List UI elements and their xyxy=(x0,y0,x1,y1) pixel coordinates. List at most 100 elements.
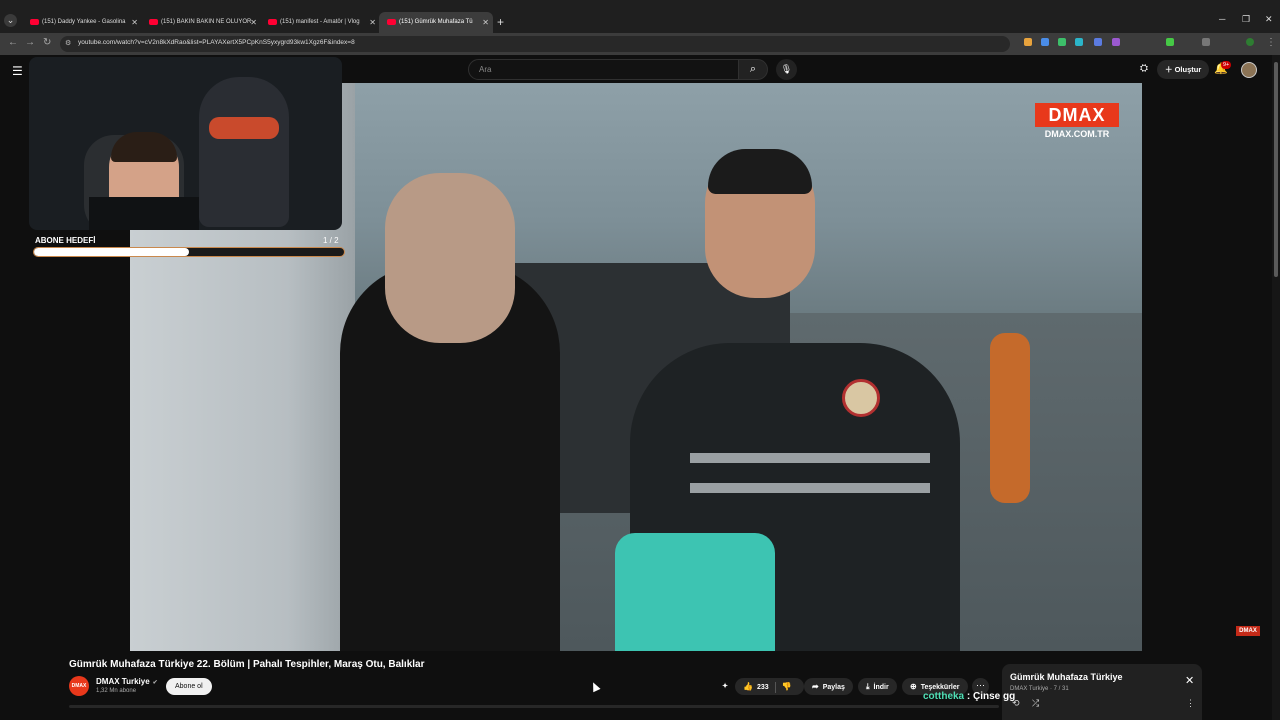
thanks-label: Teşekkürler xyxy=(920,684,960,691)
subscriber-goal-bar xyxy=(33,247,345,257)
tab-label: (151) manifest - Amatör | Vlog xyxy=(280,19,360,25)
ai-icon[interactable]: ✦ xyxy=(717,678,733,695)
mascot-figure xyxy=(199,77,289,227)
plus-icon: ＋ xyxy=(1165,65,1175,74)
cast-icon[interactable]: ⛭ xyxy=(1140,63,1148,74)
dislike-icon[interactable]: 👎 xyxy=(782,678,792,695)
extension-icon[interactable] xyxy=(1112,38,1120,46)
subscribe-button[interactable]: Abone ol xyxy=(166,678,212,695)
share-icon: ➦ xyxy=(812,682,819,691)
person-left-head xyxy=(385,173,515,343)
scrollbar-thumb[interactable] xyxy=(1274,62,1278,277)
browser-tab[interactable]: (151) manifest - Amatör | Vlog ✕ xyxy=(260,12,380,33)
restore-icon[interactable]: ❐ xyxy=(1242,14,1250,25)
minimize-icon[interactable]: ─ xyxy=(1219,14,1225,24)
subscriber-goal-label: ABONE HEDEFİ xyxy=(35,236,96,245)
notification-badge: 9+ xyxy=(1221,61,1232,69)
verified-icon: ✔ xyxy=(152,680,158,686)
browser-tab-bar: ⌄ (151) Daddy Yankee - Gasolina ✕ (151) … xyxy=(0,0,1280,33)
extension-icon[interactable] xyxy=(1024,38,1032,46)
extension-icon[interactable] xyxy=(1058,38,1066,46)
download-icon: ⤓ xyxy=(866,682,870,691)
shuffle-icon[interactable]: ⤮ xyxy=(1032,698,1039,709)
extension-icon[interactable] xyxy=(1166,38,1174,46)
streamer-hair xyxy=(111,132,177,162)
forward-icon[interactable]: → xyxy=(25,37,35,48)
reload-icon[interactable]: ↻ xyxy=(43,37,51,48)
tab-label: (151) BAKIN BAKIN NE OLUYOR xyxy=(161,19,252,25)
search-icon[interactable]: ⌕ xyxy=(738,59,768,80)
mascot-goggles xyxy=(209,117,279,139)
browser-tab[interactable]: (151) BAKIN BAKIN NE OLUYOR ✕ xyxy=(141,12,261,33)
subscriber-goal-count: 1 / 2 xyxy=(323,236,339,245)
youtube-favicon-icon xyxy=(149,19,158,25)
chat-text: : Çinse gg xyxy=(964,691,1016,702)
back-icon[interactable]: ← xyxy=(8,37,18,48)
youtube-favicon-icon xyxy=(387,19,396,25)
tab-search-icon[interactable]: ⌄ xyxy=(4,14,17,27)
create-button[interactable]: ＋ Oluştur xyxy=(1157,60,1210,79)
webcam-overlay xyxy=(29,57,342,230)
playlist-panel: Gümrük Muhafaza Türkiye DMAX Turkiye · 7… xyxy=(1002,664,1202,720)
like-dislike-group: 👍 233 👎 xyxy=(735,678,804,695)
browser-profile-icon[interactable] xyxy=(1246,38,1254,46)
close-tab-icon[interactable]: ✕ xyxy=(482,12,489,33)
avatar[interactable] xyxy=(1241,62,1257,78)
share-label: Paylaş xyxy=(822,684,845,691)
thanks-icon: ⊕ xyxy=(910,682,917,691)
like-icon[interactable]: 👍 xyxy=(743,678,753,695)
browser-tab-active[interactable]: (151) Gümrük Muhafaza Tü ✕ xyxy=(379,12,493,33)
download-button[interactable]: ⤓ İndir xyxy=(858,678,897,695)
create-label: Oluştur xyxy=(1174,65,1202,74)
extensions-menu-icon[interactable] xyxy=(1202,38,1210,46)
tab-label: (151) Daddy Yankee - Gasolina xyxy=(42,19,126,25)
dmax-corner-logo: DMAX xyxy=(1236,626,1260,636)
download-label: İndir xyxy=(873,684,889,691)
dmax-watermark-logo: DMAX xyxy=(1035,103,1119,127)
tab-label: (151) Gümrük Muhafaza Tü xyxy=(399,19,473,25)
menu-icon[interactable]: ☰ xyxy=(12,64,23,78)
subscriber-count: 1,32 Mn abone xyxy=(96,688,137,694)
window-close-icon[interactable]: ✕ xyxy=(1265,14,1273,25)
close-icon[interactable]: ✕ xyxy=(1185,674,1194,687)
customs-emblem xyxy=(842,379,880,417)
officer-hair xyxy=(708,149,812,194)
address-bar[interactable]: ⚙ youtube.com/watch?v=cV2n8kXdRao&list=P… xyxy=(60,36,1010,52)
channel-avatar[interactable]: DMAX xyxy=(69,676,89,696)
divider xyxy=(774,681,776,693)
extension-icon[interactable] xyxy=(1041,38,1049,46)
playlist-title[interactable]: Gümrük Muhafaza Türkiye xyxy=(1010,672,1123,682)
more-vert-icon[interactable]: ⋮ xyxy=(1186,698,1195,709)
browser-toolbar: ← → ↻ ⚙ youtube.com/watch?v=cV2n8kXdRao&… xyxy=(0,33,1280,55)
chat-message: cottheka : Çinse gg xyxy=(923,691,1015,702)
bottom-divider xyxy=(69,705,999,708)
close-tab-icon[interactable]: ✕ xyxy=(250,12,257,33)
search-input[interactable]: Ara xyxy=(468,59,740,80)
new-tab-icon[interactable]: + xyxy=(497,12,504,33)
streamer-shirt xyxy=(89,197,199,230)
close-tab-icon[interactable]: ✕ xyxy=(131,12,138,33)
site-info-icon[interactable]: ⚙ xyxy=(65,39,71,47)
extension-icon[interactable] xyxy=(1075,38,1083,46)
background-person xyxy=(990,333,1030,503)
subscriber-goal-fill xyxy=(34,248,189,256)
browser-tab[interactable]: (151) Daddy Yankee - Gasolina ✕ xyxy=(22,12,142,33)
youtube-favicon-icon xyxy=(268,19,277,25)
microphone-icon[interactable]: 🎙 xyxy=(776,59,797,80)
chat-username: cottheka xyxy=(923,691,965,702)
close-tab-icon[interactable]: ✕ xyxy=(369,12,376,33)
channel-name[interactable]: DMAX Turkiye ✔ xyxy=(96,677,158,686)
video-title: Gümrük Muhafaza Türkiye 22. Bölüm | Paha… xyxy=(69,659,425,670)
playlist-meta: DMAX Turkiye · 7 / 31 xyxy=(1010,686,1069,692)
share-button[interactable]: ➦ Paylaş xyxy=(804,678,853,695)
vest-stripe xyxy=(690,453,930,463)
like-count[interactable]: 233 xyxy=(757,684,769,691)
youtube-favicon-icon xyxy=(30,19,39,25)
search-placeholder: Ara xyxy=(479,65,492,74)
browser-menu-icon[interactable]: ⋮ xyxy=(1266,37,1276,48)
extension-icon[interactable] xyxy=(1094,38,1102,46)
dmax-watermark-url: DMAX.COM.TR xyxy=(1044,129,1110,139)
channel-name-text: DMAX Turkiye xyxy=(96,677,150,686)
shopping-bag xyxy=(615,533,775,651)
vest-stripe xyxy=(690,483,930,493)
